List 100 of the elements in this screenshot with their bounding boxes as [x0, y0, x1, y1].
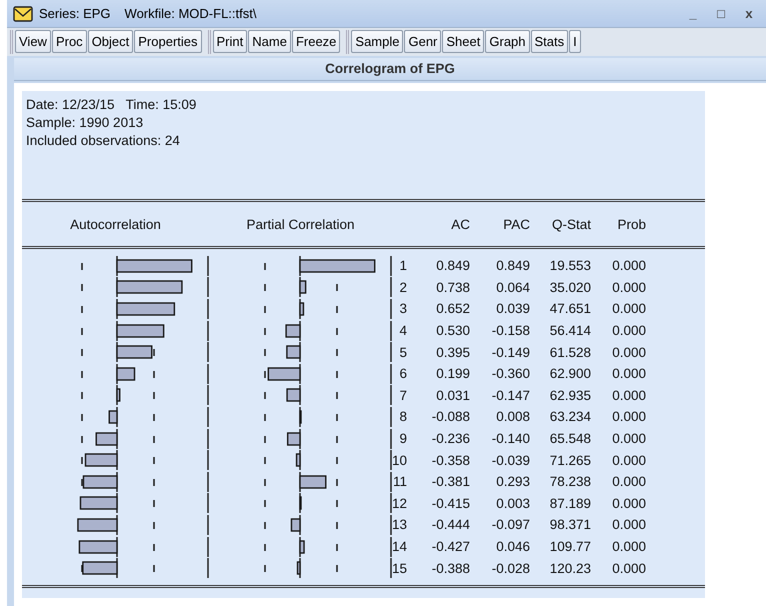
table-cell-text: 19.553 [548, 258, 591, 274]
toolbar-button[interactable]: Object [88, 30, 134, 53]
lag-number: 14 [392, 539, 407, 554]
lag-number: 3 [398, 301, 407, 316]
table-cell-text: 0.003 [495, 496, 530, 511]
table-cell-text: 65.548 [548, 431, 591, 446]
lag-number: 1 [398, 258, 407, 274]
table-cell-text: 87.189 [548, 496, 591, 511]
close-button[interactable]: x [742, 6, 756, 21]
table-cell-text: -0.358 [430, 452, 470, 468]
table-cell-text: 0.000 [611, 560, 646, 576]
toolbar-button[interactable]: Genr [404, 30, 442, 53]
table-cell-text: 0.849 [495, 258, 530, 274]
table-cell-text: 0.008 [495, 409, 530, 424]
table-cell-text: -0.039 [490, 452, 530, 468]
table-cell-text: 0.000 [611, 431, 646, 446]
info-text: Included observations: 24 [26, 132, 181, 150]
column-header: Autocorrelation [69, 216, 162, 232]
info-text: Sample: 1990 2013 [26, 114, 144, 132]
table-cell-text: -0.427 [430, 539, 470, 554]
lag-number: 8 [398, 409, 407, 424]
table-cell-text: 0.000 [611, 452, 646, 468]
toolbar-button[interactable]: Sample [351, 30, 404, 53]
view-title: Correlogram of EPG [14, 58, 766, 81]
table-cell-text: 0.000 [611, 474, 646, 490]
toolbar-button[interactable]: Stats [530, 30, 568, 53]
table-cell-text: 0.046 [495, 539, 530, 554]
toolbar-button[interactable]: Print [212, 30, 248, 53]
table-cell-text: 109.77 [548, 539, 591, 554]
table-cell-text: 0.000 [611, 323, 646, 338]
table-cell-text: 78.238 [548, 474, 591, 490]
toolbar-button[interactable]: Name [248, 30, 291, 53]
table-cell-text: 0.000 [611, 539, 646, 554]
table-cell-text: 0.064 [495, 280, 530, 295]
table-cell-text: 0.652 [435, 301, 470, 316]
table-cell-text: 0.293 [495, 474, 530, 490]
lag-number: 11 [392, 474, 407, 490]
lag-number: 7 [398, 388, 407, 403]
table-cell-text: 0.000 [611, 258, 646, 274]
table-cell-text: 0.000 [611, 388, 646, 403]
table-cell-text: -0.381 [430, 474, 470, 490]
table-cell-text: 0.031 [435, 388, 470, 403]
table-cell-text: 71.265 [548, 452, 591, 468]
lag-number: 10 [392, 452, 407, 468]
table-cell-text: 0.000 [611, 517, 646, 532]
table-cell-text: 0.000 [611, 280, 646, 295]
table-cell-text: 0.000 [611, 496, 646, 511]
toolbar-button[interactable]: Properties [134, 30, 202, 53]
window-title: Series: EPG [39, 6, 111, 21]
table-cell-text: -0.388 [430, 560, 470, 576]
table-cell-text: 0.738 [435, 280, 470, 295]
table-cell-text: 0.395 [435, 344, 470, 360]
table-cell-text: -0.444 [430, 517, 470, 532]
table-cell-text: 0.000 [611, 409, 646, 424]
lag-number: 4 [398, 323, 407, 338]
table-cell-text: -0.236 [430, 431, 470, 446]
toolbar-button[interactable]: Freeze [292, 30, 340, 53]
table-cell-text: 47.651 [548, 301, 591, 316]
table-cell-text: -0.088 [430, 409, 470, 424]
lag-number: 15 [392, 560, 407, 576]
table-cell-text: 62.935 [548, 388, 591, 403]
table-cell-text: 98.371 [548, 517, 591, 532]
table-cell-text: 35.020 [548, 280, 591, 295]
table-cell-text: -0.028 [490, 560, 530, 576]
table-cell-text: -0.140 [490, 431, 530, 446]
minimize-button[interactable]: _ [686, 6, 700, 21]
toolbar-button[interactable]: Graph [485, 30, 530, 53]
lag-number: 13 [392, 517, 407, 532]
table-cell-text: -0.097 [490, 517, 530, 532]
table-cell-text: 62.900 [548, 366, 591, 382]
table-cell-text: 0.000 [611, 344, 646, 360]
table-cell-text: 0.000 [611, 301, 646, 316]
table-cell-text: -0.149 [490, 344, 530, 360]
lag-number: 9 [398, 431, 407, 446]
table-cell-text: 120.23 [548, 560, 591, 576]
info-text: Date: 12/23/15 Time: 15:09 [26, 96, 198, 114]
table-cell-text: -0.158 [490, 323, 530, 338]
lag-number: 5 [398, 344, 407, 360]
column-header: Q-Stat [550, 216, 591, 232]
toolbar-button[interactable]: I [569, 30, 581, 53]
table-cell-text: 0.530 [435, 323, 470, 338]
column-header: Partial Correlation [245, 216, 356, 232]
table-cell-text: -0.415 [430, 496, 470, 511]
column-header: PAC [502, 216, 530, 232]
table-cell-text: 0.039 [495, 301, 530, 316]
lag-number: 6 [398, 366, 407, 382]
table-cell-text: 0.849 [435, 258, 470, 274]
toolbar-button[interactable]: Sheet [442, 30, 484, 53]
window-title: Workfile: MOD-FL::tfst\ [124, 6, 256, 21]
table-cell-text: 56.414 [548, 323, 591, 338]
table-cell-text: -0.147 [490, 388, 530, 403]
maximize-button[interactable]: □ [714, 6, 728, 21]
toolbar-button[interactable]: Proc [52, 30, 87, 53]
table-cell-text: 0.199 [435, 366, 470, 382]
toolbar-button[interactable]: View [15, 30, 51, 53]
column-header: AC [450, 216, 470, 232]
table-cell-text: 61.528 [548, 344, 591, 360]
lag-number: 12 [392, 496, 407, 511]
lag-number: 2 [398, 280, 407, 295]
table-cell-text: 63.234 [548, 409, 591, 424]
